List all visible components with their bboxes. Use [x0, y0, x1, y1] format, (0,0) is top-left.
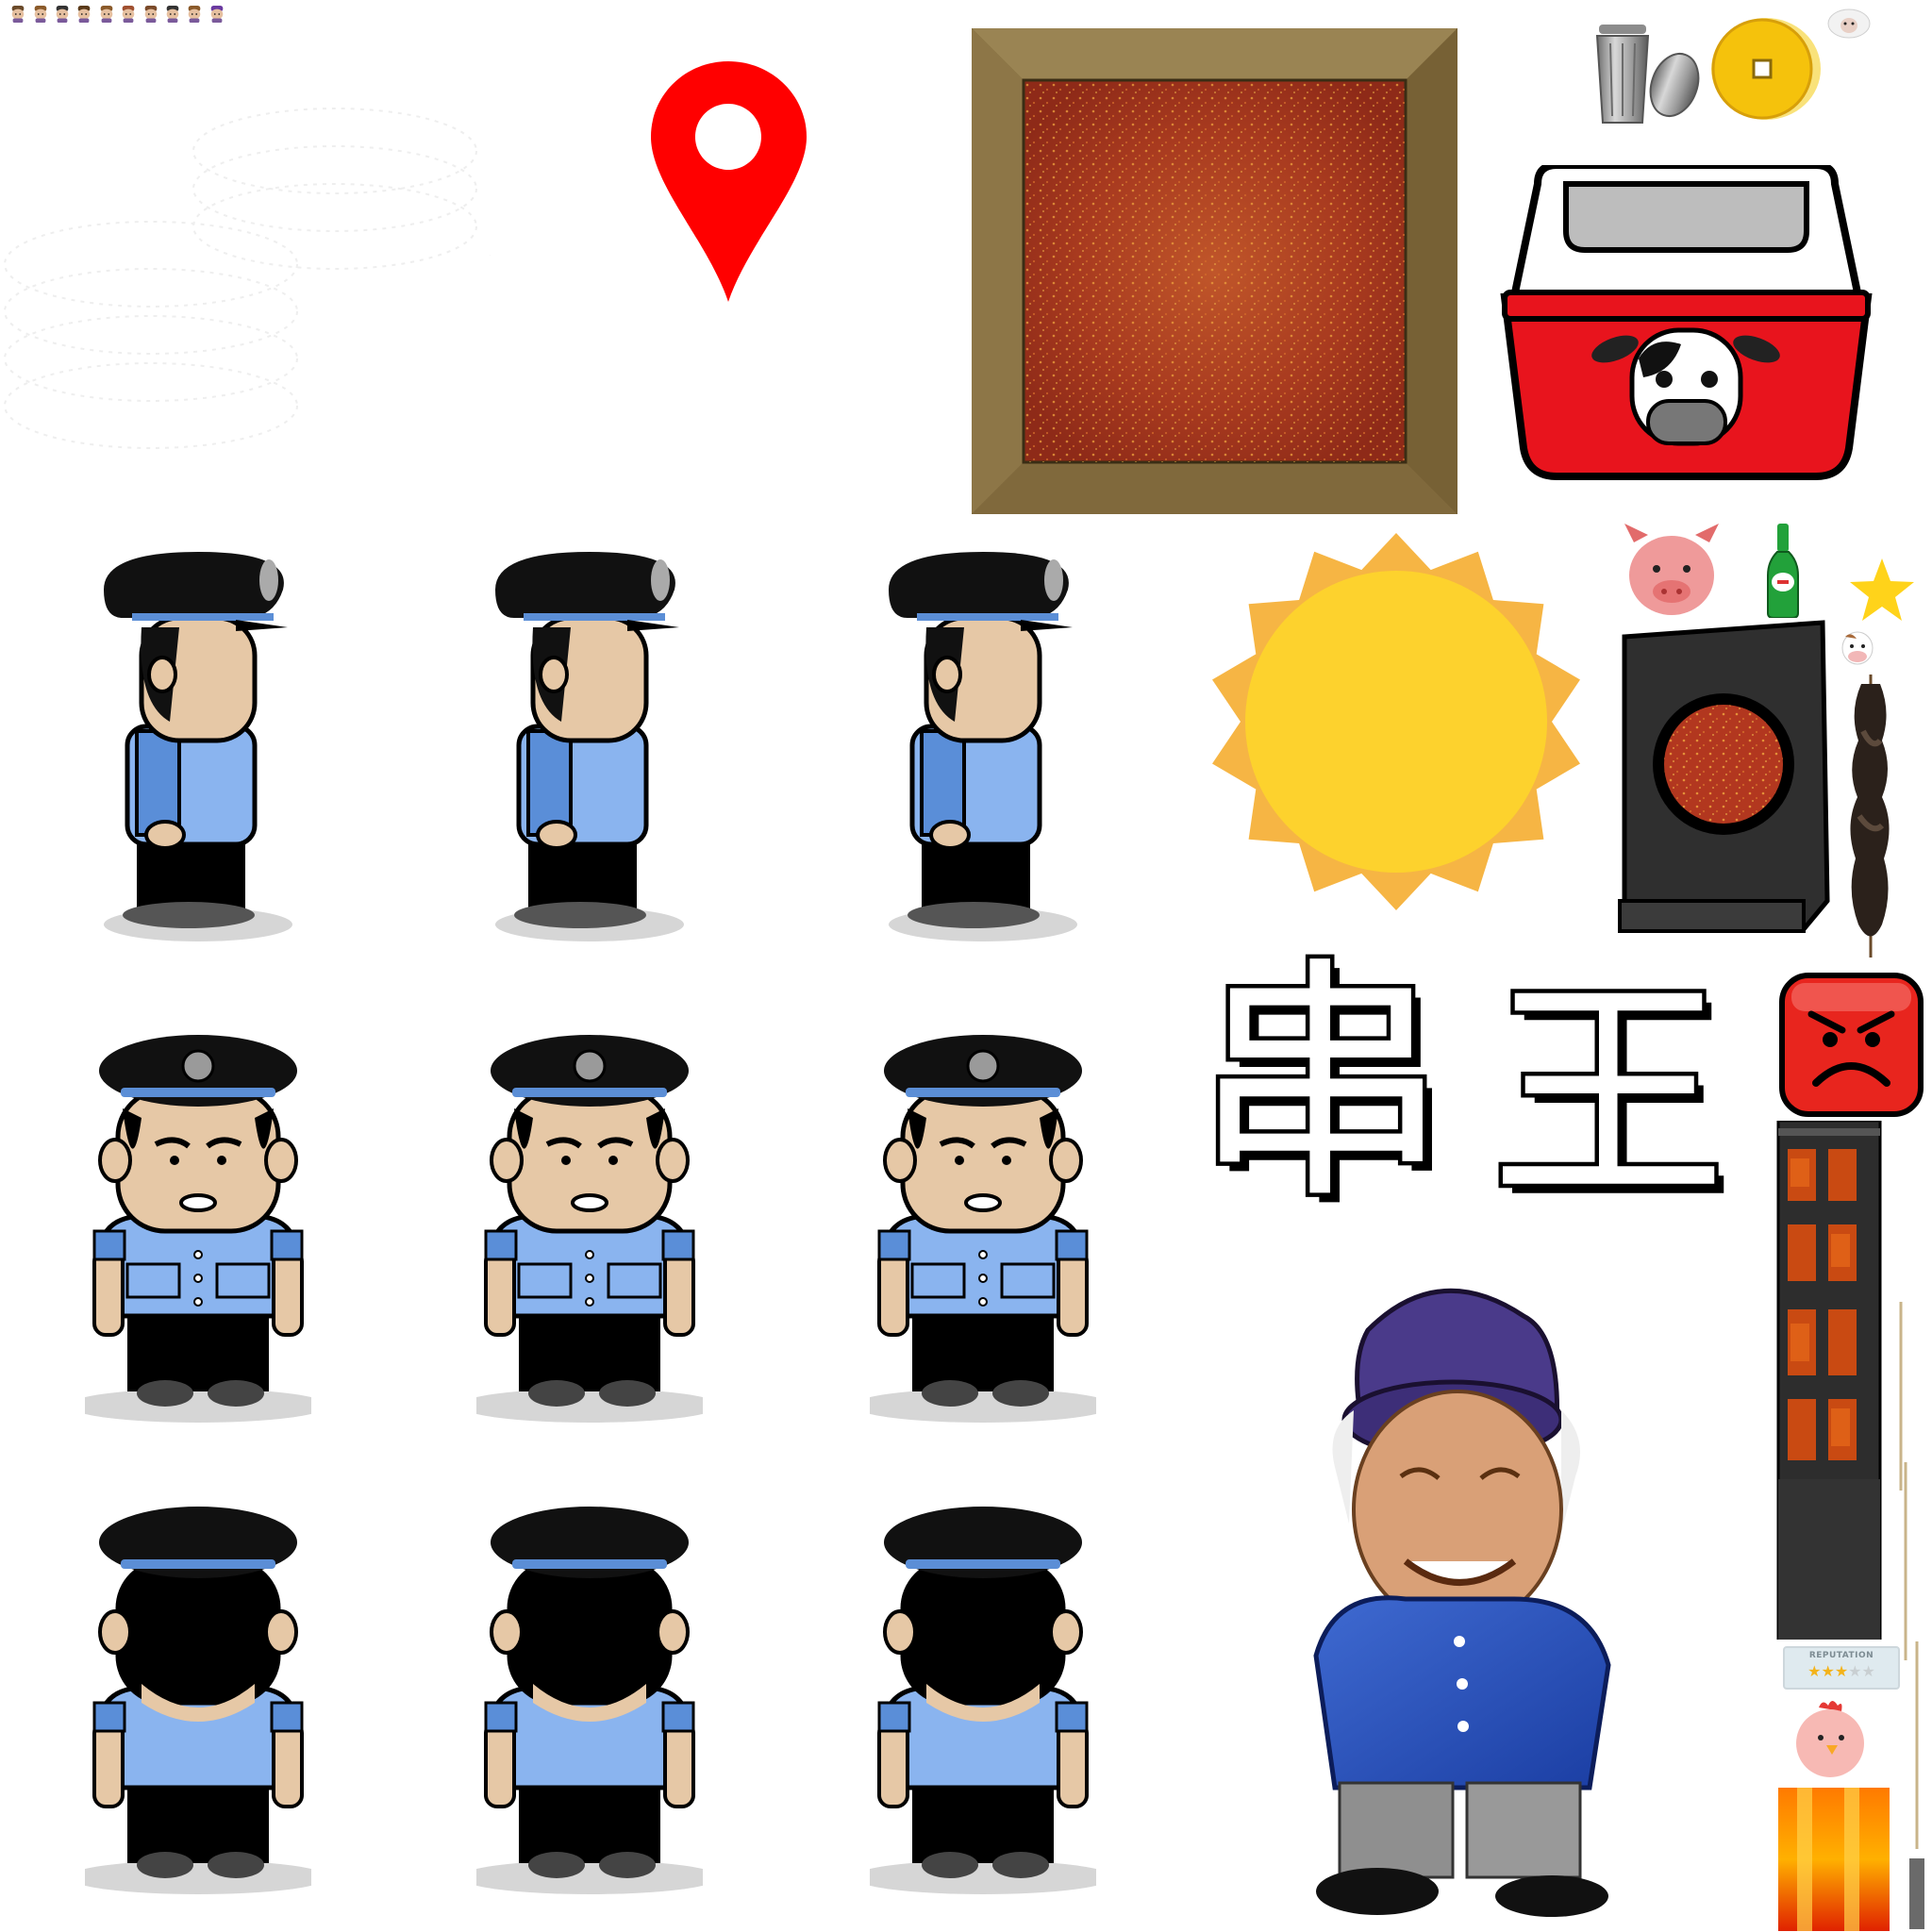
gold-coin-icon [1711, 18, 1821, 120]
title-character-chuan: 串 [1190, 936, 1453, 1233]
grill-stand [1776, 1121, 1882, 1640]
sun-icon [1212, 533, 1580, 910]
old-woman-character [1313, 1288, 1611, 1917]
sheep-icon [1827, 8, 1871, 39]
reputation-star-empty: ★ [1848, 1662, 1862, 1680]
pig-icon [1624, 524, 1719, 615]
tiny-character-icon [166, 6, 179, 23]
cow-face-icon [1841, 631, 1874, 665]
wooden-chili-board [972, 28, 1457, 514]
reputation-star-filled: ★ [1807, 1662, 1822, 1680]
police-officer-back-view [85, 1507, 311, 1894]
reputation-star-filled: ★ [1821, 1662, 1835, 1680]
reputation-star-filled: ★ [1834, 1662, 1849, 1680]
reputation-label: REPUTATION [1808, 1651, 1874, 1660]
police-officer-side-view [495, 552, 684, 941]
cooler-box-icon [1500, 165, 1873, 480]
police-officer-front-view [85, 1035, 311, 1423]
map-pin-icon [651, 61, 807, 302]
reputation-card: REPUTATION ★★★★★ [1783, 1646, 1900, 1690]
police-officer-back-view [476, 1507, 703, 1894]
chili-bowl-box [1618, 620, 1830, 933]
tiny-character-icon [77, 6, 91, 23]
angry-face-icon [1779, 973, 1924, 1117]
tiny-character-icon [144, 6, 158, 23]
police-officer-front-view [870, 1035, 1096, 1423]
ghost-coin-stack [4, 108, 491, 449]
tiny-character-icon [100, 6, 113, 23]
tiny-character-icon [210, 6, 224, 23]
tiny-character-icon [188, 6, 201, 23]
skewer-sticks [1899, 1302, 1924, 1929]
chicken-icon [1796, 1701, 1864, 1777]
tiny-character-icon [122, 6, 135, 23]
reputation-stars: ★★★★★ [1785, 1662, 1898, 1680]
tiny-character-icon [34, 6, 47, 23]
burnt-skewer [1850, 675, 1890, 958]
police-officer-side-view [104, 552, 292, 941]
police-officer-back-view [870, 1507, 1096, 1894]
tiny-character-icon [56, 6, 69, 23]
police-officer-front-view [476, 1035, 703, 1423]
trash-can-icon [1595, 25, 1700, 124]
star-icon [1850, 558, 1914, 621]
tiny-character-icon [11, 6, 25, 23]
fire-strip [1778, 1788, 1890, 1931]
sprite-sheet: REPUTATION ★★★★★ 串 王 [0, 0, 1932, 1932]
title-character-wang: 王 [1487, 957, 1731, 1231]
reputation-star-empty: ★ [1861, 1662, 1875, 1680]
police-officer-side-view [889, 552, 1077, 941]
beer-bottle-icon [1767, 524, 1799, 618]
